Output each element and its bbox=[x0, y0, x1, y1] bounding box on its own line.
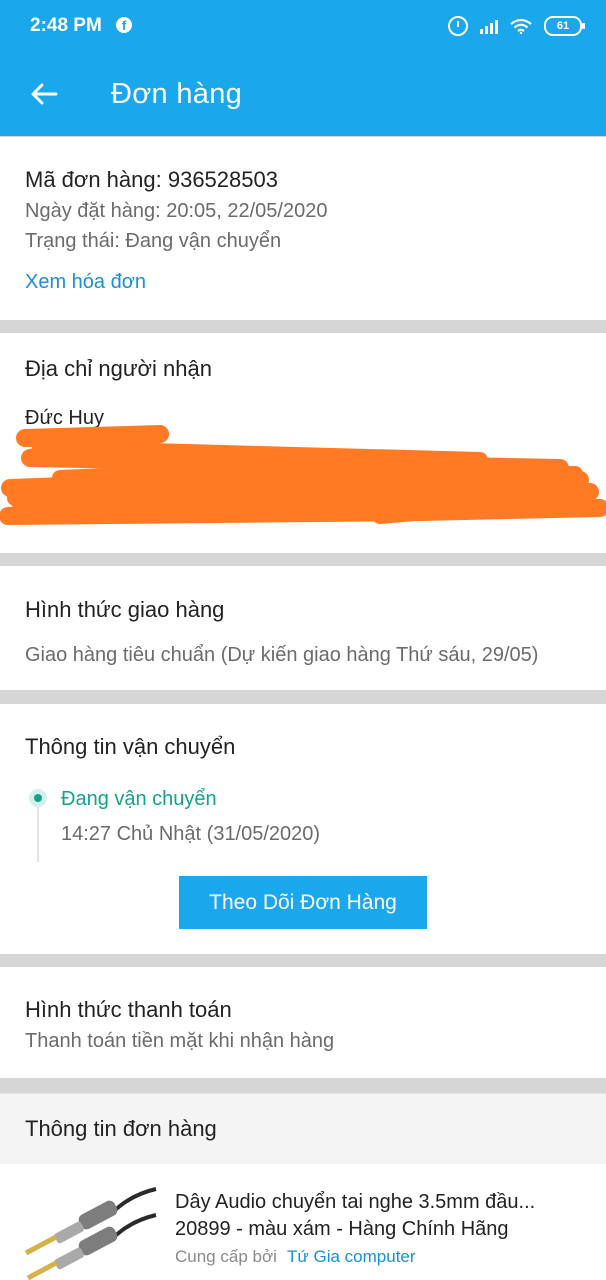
payment-method-detail: Thanh toán tiền mặt khi nhận hàng bbox=[25, 1030, 335, 1052]
product-title-line1: Dây Audio chuyển tai nghe 3.5mm đầu... bbox=[175, 1191, 536, 1213]
delivery-method-heading: Hình thức giao hàng bbox=[25, 597, 225, 622]
order-info-heading: Thông tin đơn hàng bbox=[25, 1116, 217, 1141]
status-time: 2:48 PM bbox=[30, 15, 102, 36]
timeline-line bbox=[37, 804, 39, 862]
page-title: Đơn hàng bbox=[111, 78, 243, 110]
alarm-icon bbox=[448, 16, 468, 36]
order-date: Ngày đặt hàng: 20:05, 22/05/2020 bbox=[25, 200, 328, 222]
shipping-info-heading: Thông tin vận chuyển bbox=[25, 734, 236, 759]
product-image bbox=[24, 1187, 157, 1280]
order-summary-card: Mã đơn hàng: 936528503 Ngày đặt hàng: 20… bbox=[0, 137, 606, 320]
view-invoice-link[interactable]: Xem hóa đơn bbox=[25, 271, 146, 294]
facebook-icon: f bbox=[116, 17, 132, 33]
app-bar: Đơn hàng bbox=[0, 52, 606, 136]
order-info-header: Thông tin đơn hàng bbox=[0, 1093, 606, 1165]
payment-method-card: Hình thức thanh toán Thanh toán tiền mặt… bbox=[0, 967, 606, 1078]
delivery-method-card: Hình thức giao hàng Giao hàng tiêu chuẩn… bbox=[0, 566, 606, 690]
wifi-icon bbox=[510, 18, 532, 34]
signal-icon bbox=[480, 18, 498, 34]
back-arrow-icon[interactable] bbox=[28, 78, 60, 110]
shipping-timestamp: 14:27 Chủ Nhật (31/05/2020) bbox=[61, 823, 321, 845]
track-order-button[interactable]: Theo Dõi Đơn Hàng bbox=[179, 876, 427, 929]
order-status: Trạng thái: Đang vận chuyển bbox=[25, 230, 282, 252]
provider-prefix: Cung cấp bởi bbox=[175, 1247, 277, 1266]
battery-icon: 61 bbox=[544, 16, 585, 36]
product-title-line2: 20899 - màu xám - Hàng Chính Hãng bbox=[175, 1218, 509, 1240]
status-icons: 61 bbox=[448, 14, 585, 38]
delivery-method-detail: Giao hàng tiêu chuẩn (Dự kiến giao hàng … bbox=[25, 644, 539, 666]
recipient-heading: Địa chỉ người nhận bbox=[25, 356, 212, 381]
timeline-dot-icon bbox=[29, 789, 47, 807]
provider-link[interactable]: Tứ Gia computer bbox=[287, 1247, 416, 1267]
order-code: Mã đơn hàng: 936528503 bbox=[25, 167, 278, 192]
shipping-status: Đang vận chuyển bbox=[61, 788, 217, 810]
redaction-scribble bbox=[0, 425, 606, 525]
status-bar: 2:48 PM f 61 bbox=[0, 0, 606, 52]
payment-method-heading: Hình thức thanh toán bbox=[25, 997, 232, 1022]
